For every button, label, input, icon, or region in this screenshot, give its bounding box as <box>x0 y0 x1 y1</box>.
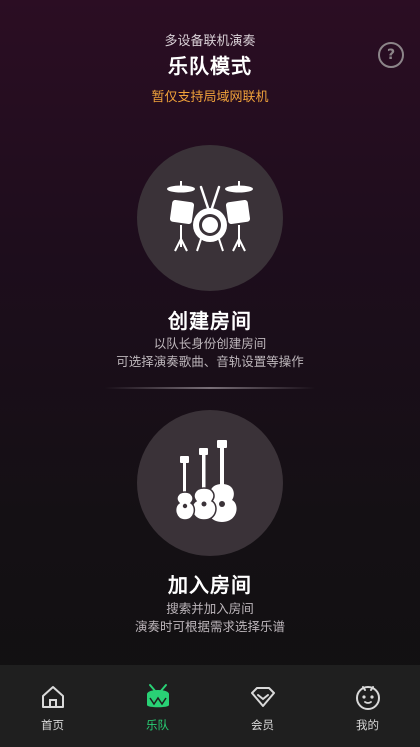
diamond-icon <box>251 687 275 707</box>
tab-vip[interactable]: 会员 <box>210 665 315 747</box>
home-icon <box>42 686 64 708</box>
drum-kit-icon <box>167 181 253 252</box>
tab-band[interactable]: 乐队 <box>105 665 210 747</box>
tab-vip-label: 会员 <box>251 718 274 732</box>
tab-band-label: 乐队 <box>146 718 169 732</box>
create-room-desc-2: 可选择演奏歌曲、音轨设置等操作 <box>116 354 304 369</box>
guitars-icon <box>174 440 237 522</box>
divider <box>105 387 315 389</box>
create-room-button[interactable] <box>137 145 283 291</box>
drum-icon <box>147 684 169 708</box>
join-room-title[interactable]: 加入房间 <box>0 569 420 598</box>
tab-me[interactable]: 我的 <box>315 665 420 747</box>
header: 多设备联机演奏 乐队模式 暂仅支持局域网联机 ? <box>0 0 420 110</box>
lan-notice: 暂仅支持局域网联机 <box>151 90 269 105</box>
tab-home[interactable]: 首页 <box>0 665 105 747</box>
profile-face-icon <box>356 686 380 710</box>
join-room-button[interactable] <box>137 410 283 556</box>
tab-me-label: 我的 <box>356 718 379 732</box>
tab-home-label: 首页 <box>41 718 64 732</box>
create-room-desc-1: 以队长身份创建房间 <box>153 336 267 351</box>
create-room-title[interactable]: 创建房间 <box>0 305 420 334</box>
page-title: 乐队模式 <box>168 54 252 78</box>
bottom-tab-bar: 首页 乐队 会员 我的 <box>0 665 420 747</box>
join-room-desc-2: 演奏时可根据需求选择乐谱 <box>134 619 285 634</box>
join-room-desc-1: 搜索并加入房间 <box>166 601 254 616</box>
page-subtitle: 多设备联机演奏 <box>164 34 256 49</box>
help-icon[interactable]: ? <box>378 42 404 68</box>
